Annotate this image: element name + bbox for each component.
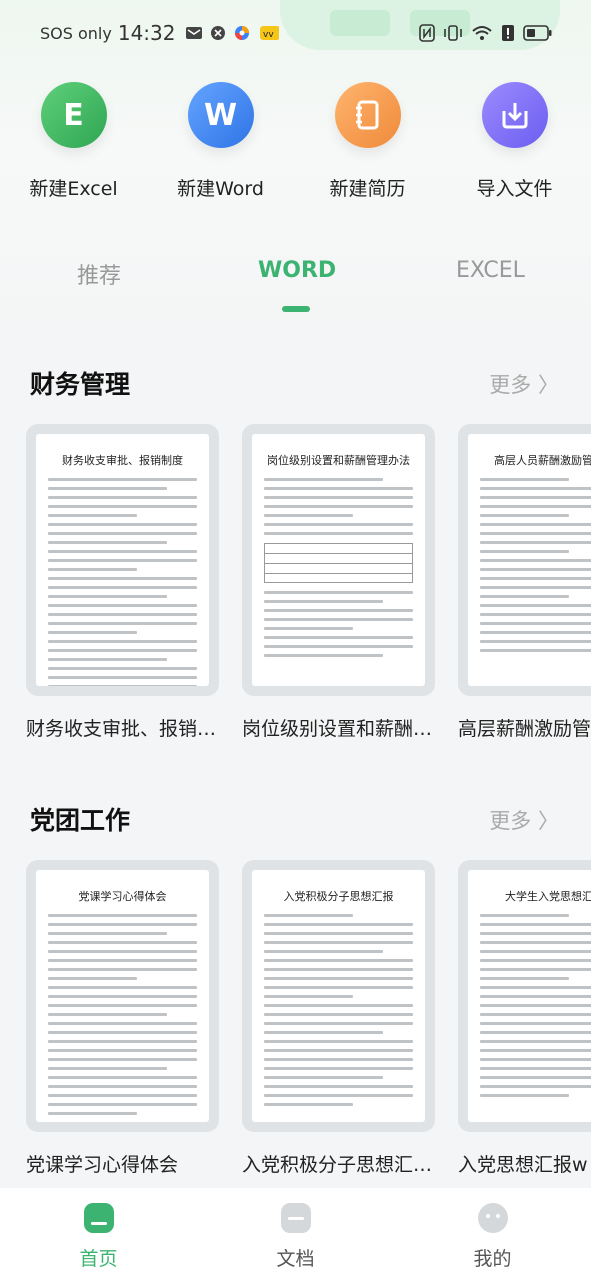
svg-text:vv: vv <box>263 30 274 40</box>
category-tabs: 推荐 WORD EXCEL <box>0 258 591 318</box>
party-template-list: 党课学习心得体会 党课学习心得体会 入党积极分子思想汇报 入党积极分子思想汇… … <box>26 860 591 1220</box>
clock: 14:32 <box>117 21 176 45</box>
template-thumbnail: 高层人员薪酬激励管理制 <box>458 424 591 696</box>
doc-title: 高层人员薪酬激励管理制 <box>494 454 591 467</box>
template-card[interactable]: 岗位级别设置和薪酬管理办法 岗位级别设置和薪酬… <box>242 424 435 741</box>
template-thumbnail: 大学生入党思想汇报 <box>458 860 591 1132</box>
battery-icon <box>523 25 552 41</box>
new-resume-label: 新建简历 <box>329 178 406 200</box>
template-caption: 岗位级别设置和薪酬… <box>242 718 433 740</box>
new-excel-button[interactable]: E 新建Excel <box>0 82 147 201</box>
vibrate-icon <box>444 25 462 41</box>
nav-home[interactable]: 首页 <box>0 1188 197 1280</box>
active-tab-indicator <box>282 306 310 312</box>
bottom-navigation: 首页 文档 我的 <box>0 1188 591 1280</box>
import-file-label: 导入文件 <box>476 178 553 200</box>
quick-actions: E 新建Excel W 新建Word 新建简历 导入文件 <box>0 82 591 201</box>
template-caption: 入党积极分子思想汇… <box>242 1154 433 1176</box>
template-card[interactable]: 党课学习心得体会 党课学习心得体会 <box>26 860 219 1177</box>
nfc-icon <box>419 24 435 42</box>
template-card[interactable]: 大学生入党思想汇报 入党思想汇报w <box>458 860 591 1177</box>
wifi-icon <box>472 26 492 40</box>
tab-recommend[interactable]: 推荐 <box>77 258 121 290</box>
template-thumbnail: 财务收支审批、报销制度 <box>26 424 219 696</box>
template-thumbnail: 入党积极分子思想汇报 <box>242 860 435 1132</box>
new-word-button[interactable]: W 新建Word <box>147 82 294 201</box>
template-thumbnail: 党课学习心得体会 <box>26 860 219 1132</box>
document-icon <box>280 1203 311 1233</box>
new-resume-button[interactable]: 新建简历 <box>294 82 441 201</box>
word-icon: W <box>187 82 254 148</box>
profile-icon <box>477 1203 508 1233</box>
tab-word[interactable]: WORD <box>258 258 336 283</box>
doc-title: 财务收支审批、报销制度 <box>62 454 183 467</box>
tab-excel[interactable]: EXCEL <box>456 258 525 283</box>
template-thumbnail: 岗位级别设置和薪酬管理办法 <box>242 424 435 696</box>
template-caption: 党课学习心得体会 <box>26 1154 179 1176</box>
doc-title: 党课学习心得体会 <box>78 890 167 903</box>
new-word-label: 新建Word <box>177 178 264 200</box>
template-caption: 高层薪酬激励管 <box>458 718 591 740</box>
alert-icon <box>502 25 514 41</box>
template-caption: 财务收支审批、报销… <box>26 718 217 740</box>
more-button-finance[interactable]: 更多 〉 <box>489 369 559 399</box>
template-card[interactable]: 财务收支审批、报销制度 财务收支审批、报销… <box>26 424 219 741</box>
nav-profile-label: 我的 <box>473 1248 512 1270</box>
new-excel-label: 新建Excel <box>29 178 118 200</box>
home-icon <box>83 1203 114 1233</box>
template-card[interactable]: 高层人员薪酬激励管理制 高层薪酬激励管 <box>458 424 591 741</box>
carrier-text: SOS only <box>40 23 112 43</box>
status-bar: SOS only 14:32 vv <box>0 0 591 66</box>
shield-icon <box>211 26 226 40</box>
nav-home-label: 首页 <box>79 1248 118 1270</box>
browser-icon <box>235 26 250 40</box>
more-button-party[interactable]: 更多 〉 <box>489 805 559 835</box>
doc-title: 岗位级别设置和薪酬管理办法 <box>267 454 410 467</box>
nav-documents[interactable]: 文档 <box>197 1188 394 1280</box>
doc-title: 大学生入党思想汇报 <box>505 890 591 903</box>
nav-documents-label: 文档 <box>276 1248 315 1270</box>
app-notification-icon: vv <box>260 26 280 40</box>
excel-icon: E <box>40 82 107 148</box>
template-caption: 入党思想汇报w <box>458 1154 588 1176</box>
section-title-finance: 财务管理 <box>30 370 131 399</box>
finance-template-list: 财务收支审批、报销制度 财务收支审批、报销… 岗位级别设置和薪酬管理办法 岗位级… <box>26 424 591 784</box>
notebook-icon <box>334 82 401 148</box>
doc-title: 入党积极分子思想汇报 <box>283 890 394 903</box>
nav-profile[interactable]: 我的 <box>394 1188 591 1280</box>
import-file-button[interactable]: 导入文件 <box>441 82 588 201</box>
template-card[interactable]: 入党积极分子思想汇报 入党积极分子思想汇… <box>242 860 435 1177</box>
import-icon <box>481 82 548 148</box>
section-title-party: 党团工作 <box>30 806 131 835</box>
mail-icon <box>186 27 203 39</box>
